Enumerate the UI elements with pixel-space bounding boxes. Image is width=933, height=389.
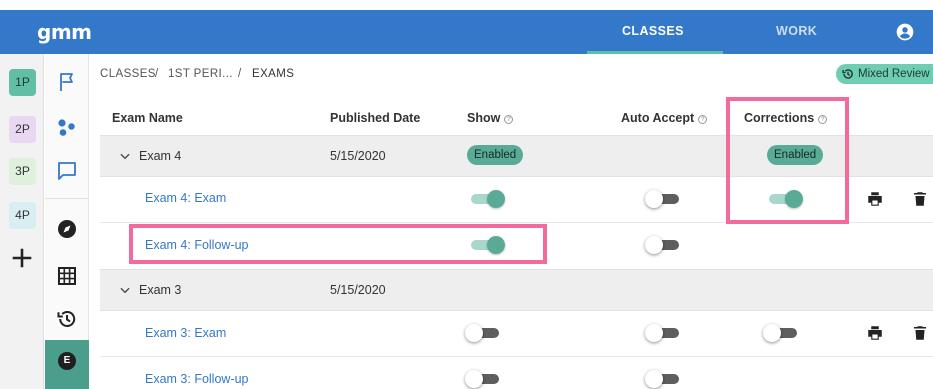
breadcrumb-separator: / (155, 68, 159, 80)
tab-classes[interactable]: CLASSES (622, 24, 684, 38)
app-logo[interactable]: gmm (37, 20, 92, 44)
chevron-down-icon[interactable] (118, 283, 132, 297)
header-corrections: Corrections? (744, 111, 828, 125)
auto-accept-toggle[interactable] (645, 323, 681, 343)
print-icon[interactable] (866, 190, 884, 208)
exam-icon: E (58, 352, 76, 370)
breadcrumb-current: EXAMS (252, 68, 295, 80)
plus-icon[interactable] (10, 246, 34, 270)
period-3p[interactable]: 3P (9, 158, 36, 185)
corrections-toggle[interactable] (763, 323, 799, 343)
mixed-review-label: Mixed Review (858, 68, 930, 80)
help-icon[interactable]: ? (818, 115, 828, 124)
chat-icon[interactable] (55, 159, 79, 183)
breadcrumb-period[interactable]: 1ST PERI... (168, 68, 233, 80)
header-exam-name: Exam Name (112, 111, 183, 125)
trash-icon[interactable] (911, 324, 929, 342)
exam-link[interactable]: Exam 3: Exam (145, 326, 226, 340)
row-divider (100, 356, 933, 357)
help-icon[interactable]: ? (698, 115, 708, 124)
auto-accept-toggle[interactable] (645, 235, 681, 255)
exam-link[interactable]: Exam 4: Exam (145, 191, 226, 205)
tool-sidebar: E (45, 54, 89, 389)
help-icon[interactable]: ? (504, 115, 514, 124)
exam-group-date: 5/15/2020 (330, 149, 386, 163)
header-auto-accept: Auto Accept? (621, 111, 708, 125)
breadcrumb-separator: / (238, 68, 242, 80)
header-show-label: Show (467, 111, 501, 125)
history-icon[interactable] (55, 307, 79, 331)
sidebar-item-exams[interactable]: E (45, 340, 89, 389)
show-status-badge: Enabled (467, 145, 524, 165)
chevron-down-icon[interactable] (118, 149, 132, 163)
show-toggle[interactable] (469, 235, 505, 255)
exam-group-name: Exam 4 (139, 149, 182, 163)
period-1p[interactable]: 1P (9, 69, 36, 96)
tab-work[interactable]: WORK (776, 24, 817, 38)
exam-group-date: 5/15/2020 (330, 283, 386, 297)
show-toggle[interactable] (465, 369, 501, 389)
exam-group-name: Exam 3 (139, 283, 182, 297)
grid-icon[interactable] (55, 264, 79, 288)
header-show: Show? (467, 111, 514, 125)
period-2p[interactable]: 2P (9, 116, 36, 143)
print-icon[interactable] (866, 324, 884, 342)
flag-icon[interactable] (55, 70, 79, 94)
history-icon (842, 69, 853, 79)
exam-group-row[interactable]: Exam 3 5/15/2020 (100, 269, 933, 311)
period-4p[interactable]: 4P (9, 202, 36, 229)
groups-icon[interactable] (55, 115, 79, 139)
row-divider (100, 222, 933, 223)
header-published-date: Published Date (330, 111, 421, 125)
show-toggle[interactable] (469, 189, 505, 209)
auto-accept-toggle[interactable] (645, 369, 681, 389)
auto-accept-toggle[interactable] (645, 189, 681, 209)
exam-link[interactable]: Exam 3: Follow-up (145, 372, 249, 386)
account-circle-icon[interactable] (895, 22, 915, 42)
mixed-review-button[interactable]: Mixed Review (836, 64, 933, 84)
show-toggle[interactable] (465, 323, 501, 343)
active-tab-indicator (587, 51, 723, 54)
corrections-toggle[interactable] (767, 189, 803, 209)
trash-icon[interactable] (911, 190, 929, 208)
header-auto-accept-label: Auto Accept (621, 111, 695, 125)
breadcrumb-classes[interactable]: CLASSES (100, 68, 156, 80)
period-sidebar: 1P 2P 3P 4P (0, 54, 44, 389)
sidebar-divider (45, 198, 89, 199)
compass-icon[interactable] (55, 217, 79, 241)
exam-link[interactable]: Exam 4: Follow-up (145, 238, 249, 252)
header-corrections-label: Corrections (744, 111, 815, 125)
corrections-status-badge: Enabled (767, 145, 824, 165)
top-app-bar: gmm CLASSES WORK (0, 10, 933, 54)
